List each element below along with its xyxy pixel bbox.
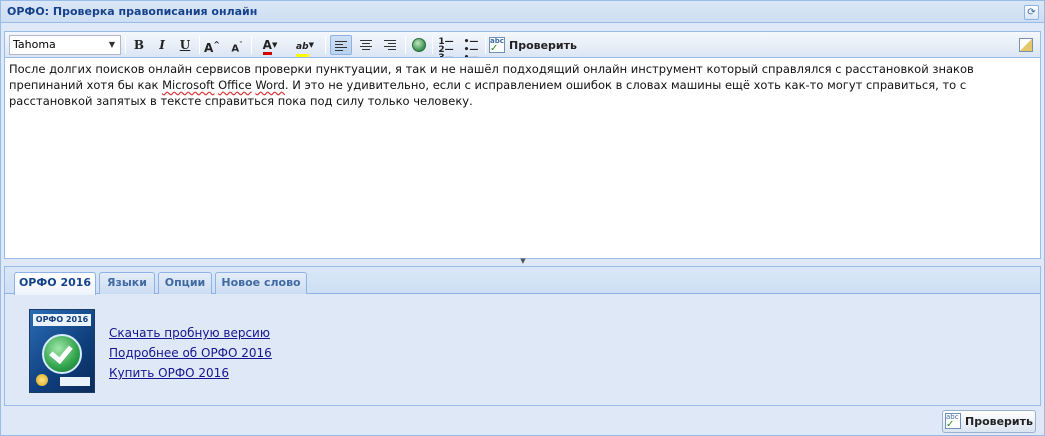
refresh-icon[interactable]: ⟳ — [1024, 5, 1039, 20]
editor-toolbar: Tahoma ▼ B I U A^ Aˇ A▼ ab▼ 1— 2— •— •— … — [4, 31, 1041, 63]
panel-header: ОРФО: Проверка правописания онлайн ⟳ — [1, 1, 1044, 23]
source-edit-button[interactable] — [1016, 35, 1036, 55]
tab-options[interactable]: Опции — [158, 272, 212, 294]
toolbar-divider — [485, 36, 486, 54]
underline-button[interactable]: U — [175, 35, 195, 55]
checkmark-seal-icon — [42, 334, 82, 374]
globe-icon — [412, 38, 426, 52]
align-right-button[interactable] — [379, 35, 401, 55]
info-tabpanel: ОРФО 2016 Языки Опции Новое слово ОРФО 2… — [4, 266, 1041, 406]
shrink-font-icon: A — [231, 43, 240, 55]
spellcheck-icon: abc ✓ — [945, 413, 961, 429]
font-family-value: Tahoma — [13, 38, 56, 51]
toolbar-divider — [405, 36, 406, 54]
panel-title: ОРФО: Проверка правописания онлайн — [7, 5, 258, 18]
text-editor[interactable]: После долгих поисков онлайн сервисов про… — [4, 57, 1041, 259]
more-info-link[interactable]: Подробнее об ОРФО 2016 — [109, 343, 272, 363]
product-box-brand: ОРФО 2016 — [33, 314, 91, 326]
chevron-down-icon[interactable]: ▼ — [106, 38, 118, 52]
toolbar-divider — [251, 36, 252, 54]
buy-link[interactable]: Купить ОРФО 2016 — [109, 363, 272, 383]
product-box-image: ОРФО 2016 — [29, 309, 95, 393]
toolbar-check-button[interactable]: abc ✓ Проверить — [489, 35, 579, 55]
tab-orfo-2016[interactable]: ОРФО 2016 — [14, 272, 96, 295]
align-left-button[interactable] — [330, 35, 352, 55]
link-button[interactable] — [408, 35, 430, 55]
decrease-font-button[interactable]: Aˇ — [227, 35, 247, 55]
align-right-icon — [384, 40, 396, 50]
box-label-strip — [60, 377, 90, 386]
tab-new-word[interactable]: Новое слово — [215, 272, 307, 294]
spellcheck-panel: ОРФО: Проверка правописания онлайн ⟳ Tah… — [0, 0, 1045, 436]
spellcheck-icon: abc ✓ — [489, 37, 505, 53]
align-left-icon — [335, 41, 347, 51]
italic-button[interactable]: I — [152, 35, 172, 55]
align-center-icon — [360, 40, 372, 50]
ordered-list-button[interactable]: 1—2—3— — [435, 35, 457, 63]
highlight-icon: ab — [296, 40, 309, 58]
misspelled-word[interactable]: Office — [218, 78, 252, 92]
product-links: Скачать пробную версию Подробнее об ОРФО… — [109, 323, 272, 383]
unordered-list-button[interactable]: •—•—•— — [460, 35, 482, 63]
misspelled-word[interactable]: Word — [255, 78, 285, 92]
bold-button[interactable]: B — [129, 35, 149, 55]
highlight-color-button[interactable]: ab▼ — [289, 35, 321, 58]
up-caret-icon: ^ — [213, 40, 220, 49]
toolbar-check-label: Проверить — [509, 39, 577, 52]
align-center-button[interactable] — [355, 35, 377, 55]
check-button-label: Проверить — [965, 415, 1033, 428]
chevron-down-icon: ▼ — [271, 41, 278, 49]
grow-font-icon: A — [204, 41, 214, 55]
medal-icon — [36, 374, 48, 386]
misspelled-word[interactable]: Microsoft — [162, 78, 214, 92]
tab-strip: ОРФО 2016 Языки Опции Новое слово — [5, 267, 1040, 295]
chevron-down-icon: ▼ — [308, 41, 314, 49]
font-color-button[interactable]: A▼ — [255, 35, 285, 55]
toolbar-divider — [325, 36, 326, 54]
check-button[interactable]: abc ✓ Проверить — [942, 410, 1036, 433]
resize-handle-icon[interactable]: ▼ — [506, 258, 540, 265]
toolbar-divider — [125, 36, 126, 54]
toolbar-divider — [199, 36, 200, 54]
font-family-select[interactable]: Tahoma ▼ — [9, 35, 121, 55]
increase-font-button[interactable]: A^ — [202, 35, 222, 55]
down-caret-icon: ˇ — [239, 41, 243, 49]
download-trial-link[interactable]: Скачать пробную версию — [109, 323, 272, 343]
font-color-icon: A — [262, 38, 272, 55]
tab-languages[interactable]: Языки — [99, 272, 155, 294]
tab-content: ОРФО 2016 Скачать пробную версию Подробн… — [5, 295, 1040, 405]
edit-source-icon — [1019, 38, 1033, 52]
toolbar-divider — [432, 36, 433, 54]
